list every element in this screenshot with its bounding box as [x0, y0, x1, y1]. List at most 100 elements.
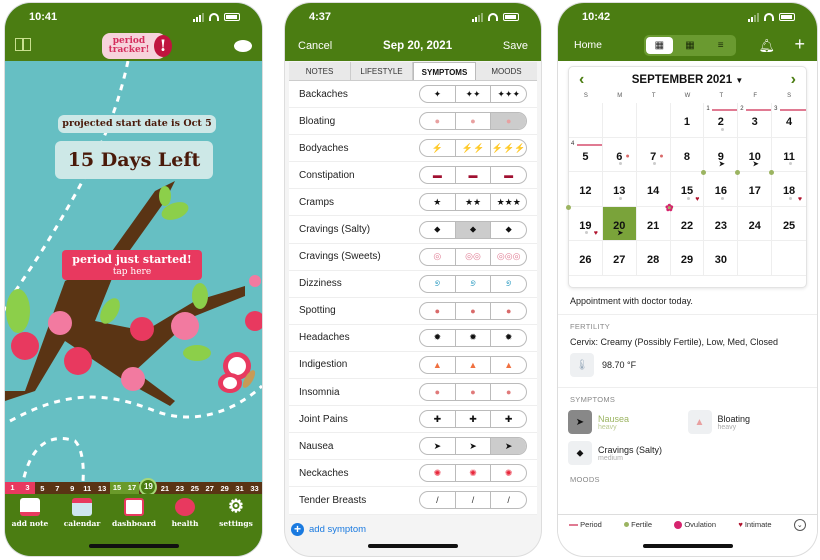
- calendar-day[interactable]: 15 ♥: [670, 172, 705, 207]
- month-title[interactable]: SEPTEMBER 2021: [632, 74, 732, 86]
- cycle-day[interactable]: 15: [109, 482, 125, 494]
- severity-medium-button[interactable]: ୭: [456, 275, 492, 292]
- severity-heavy-button[interactable]: ▬: [491, 167, 526, 183]
- calendar-day[interactable]: 21: [704, 103, 739, 138]
- symptom-summary-item[interactable]: ➤ Nausea heavy: [568, 410, 688, 434]
- severity-heavy-button[interactable]: ⬥: [491, 222, 526, 238]
- calendar-day[interactable]: 11: [772, 138, 806, 172]
- cycle-day[interactable]: 33: [247, 484, 262, 493]
- severity-heavy-button[interactable]: ◎◎◎: [491, 249, 526, 265]
- severity-heavy-button[interactable]: /: [491, 492, 526, 508]
- severity-medium-button[interactable]: ●: [456, 113, 492, 130]
- severity-mild-button[interactable]: ✚: [420, 411, 456, 428]
- cycle-day[interactable]: 7: [50, 484, 65, 493]
- severity-mild-button[interactable]: ▲: [420, 356, 456, 373]
- calendar-day[interactable]: 30: [704, 241, 739, 276]
- severity-heavy-button[interactable]: ●: [491, 113, 526, 130]
- prev-month-icon[interactable]: ‹: [579, 67, 584, 93]
- calendar-day[interactable]: 19 ♥: [566, 204, 603, 241]
- severity-medium-button[interactable]: ✚: [456, 411, 492, 428]
- severity-mild-button[interactable]: ◎: [420, 248, 456, 265]
- severity-medium-button[interactable]: ●: [456, 384, 492, 401]
- calendar-day[interactable]: 22: [667, 204, 705, 241]
- tab-dashboard[interactable]: dashboard: [109, 498, 159, 528]
- calendar-day[interactable]: 21 ✿: [636, 203, 674, 241]
- next-month-icon[interactable]: ›: [791, 67, 796, 93]
- cycle-day[interactable]: 23: [172, 484, 187, 493]
- severity-medium-button[interactable]: ▬: [456, 167, 492, 184]
- cycle-day[interactable]: 1: [5, 482, 20, 494]
- severity-mild-button[interactable]: ୭: [420, 275, 456, 292]
- severity-mild-button[interactable]: ●: [420, 384, 456, 401]
- home-button[interactable]: Home: [574, 39, 602, 51]
- add-symptom-button[interactable]: + add symptom: [285, 515, 541, 544]
- severity-medium-button[interactable]: /: [456, 492, 492, 509]
- calendar-day[interactable]: 28: [636, 241, 671, 276]
- tab-moods[interactable]: MOODS: [476, 62, 537, 80]
- chat-icon[interactable]: [234, 40, 257, 52]
- calendar-day[interactable]: 20 ➤: [602, 206, 637, 241]
- expand-legend-icon[interactable]: ⌄: [793, 518, 806, 531]
- tab-health[interactable]: health: [160, 498, 210, 528]
- cycle-day[interactable]: 29: [217, 484, 232, 493]
- save-button[interactable]: Save: [503, 40, 528, 52]
- severity-mild-button[interactable]: ●: [420, 302, 456, 319]
- calendar-day[interactable]: 32: [738, 103, 773, 138]
- calendar-day[interactable]: 26: [569, 241, 603, 276]
- cycle-day[interactable]: 11: [80, 484, 95, 493]
- cycle-day[interactable]: 9: [65, 484, 80, 493]
- severity-mild-button[interactable]: ▬: [420, 167, 456, 184]
- calendar-day[interactable]: 18 ♥: [769, 170, 806, 207]
- severity-medium-button[interactable]: ✹: [456, 329, 492, 346]
- severity-medium-button[interactable]: ➤: [456, 438, 492, 455]
- symptom-summary-item[interactable]: ▲ Bloating heavy: [687, 410, 808, 434]
- calendar-day[interactable]: 29: [670, 241, 705, 276]
- severity-heavy-button[interactable]: ✺: [491, 465, 526, 481]
- calendar-day[interactable]: 43: [772, 103, 806, 138]
- calendar-day[interactable]: 54: [569, 137, 603, 172]
- bell-icon[interactable]: 🔔︎: [758, 38, 775, 54]
- severity-mild-button[interactable]: ⬥: [420, 221, 456, 238]
- cycle-day[interactable]: 13: [95, 484, 110, 493]
- severity-medium-button[interactable]: ✺: [456, 465, 492, 482]
- gift-icon[interactable]: [15, 38, 31, 51]
- list-view-icon[interactable]: ≡: [707, 37, 734, 54]
- cycle-day[interactable]: 5: [35, 484, 50, 493]
- calendar-day[interactable]: 7 ●: [636, 137, 671, 172]
- month-dropdown-icon[interactable]: ▼: [735, 76, 743, 85]
- tab-calendar[interactable]: calendar: [57, 498, 107, 528]
- cycle-day-strip[interactable]: 1 3 5 7 9 11 13 15 17 19 21 23 25 27 29 31 33: [5, 477, 262, 496]
- severity-heavy-button[interactable]: ୭: [491, 276, 526, 292]
- calendar-day[interactable]: 23: [704, 206, 739, 241]
- symptom-summary-item[interactable]: ⬥ Cravings (Salty) medium: [568, 441, 688, 465]
- cycle-day[interactable]: 25: [187, 484, 202, 493]
- severity-mild-button[interactable]: /: [420, 492, 456, 509]
- severity-medium-button[interactable]: ⚡⚡: [456, 140, 492, 157]
- severity-mild-button[interactable]: ✦: [420, 86, 456, 103]
- severity-medium-button[interactable]: ✦✦: [456, 86, 492, 103]
- cycle-day[interactable]: 17: [124, 482, 140, 494]
- tab-add-note[interactable]: add note: [5, 498, 55, 528]
- cycle-day[interactable]: 3: [19, 482, 35, 494]
- severity-medium-button[interactable]: ◎◎: [456, 248, 492, 265]
- calendar-day[interactable]: 9 ➤: [704, 137, 739, 172]
- period-started-button[interactable]: period just started! tap here: [62, 250, 202, 280]
- severity-heavy-button[interactable]: ★★★: [491, 194, 526, 210]
- severity-mild-button[interactable]: ✹: [420, 329, 456, 346]
- cycle-day[interactable]: 27: [202, 484, 217, 493]
- calendar-day[interactable]: 13: [602, 172, 637, 207]
- calendar-day[interactable]: 10 ➤: [738, 137, 773, 172]
- severity-mild-button[interactable]: ⚡: [420, 140, 456, 157]
- calendar-day[interactable]: 17: [735, 170, 773, 207]
- cancel-button[interactable]: Cancel: [298, 40, 332, 52]
- severity-heavy-button[interactable]: ✹: [491, 330, 526, 346]
- severity-medium-button[interactable]: ⬥: [455, 221, 492, 238]
- calendar-day[interactable]: 1: [670, 103, 705, 138]
- calendar-day[interactable]: 6 ●: [602, 137, 637, 172]
- add-icon[interactable]: +: [794, 34, 805, 55]
- calendar-day[interactable]: 25: [772, 207, 806, 241]
- severity-heavy-button[interactable]: ✦✦✦: [491, 86, 526, 102]
- severity-medium-button[interactable]: ▲: [456, 356, 492, 373]
- cycle-day[interactable]: 31: [232, 484, 247, 493]
- tab-notes[interactable]: NOTES: [289, 62, 351, 80]
